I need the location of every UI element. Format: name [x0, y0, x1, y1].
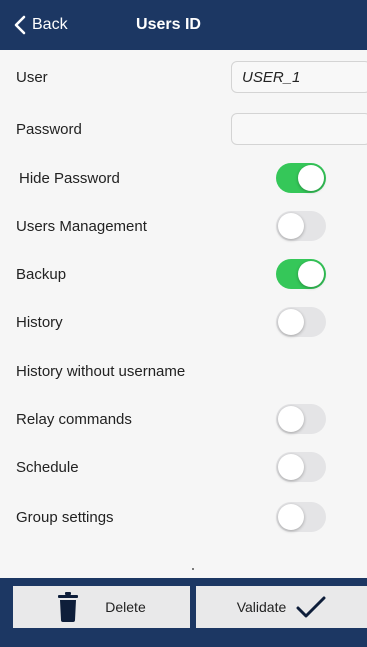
chevron-left-icon — [14, 15, 26, 35]
user-label: User — [16, 68, 48, 86]
users-management-label: Users Management — [16, 217, 147, 235]
group-settings-toggle[interactable] — [276, 502, 326, 532]
toggle-knob — [278, 406, 304, 432]
password-row: Password — [0, 109, 367, 149]
back-button[interactable]: Back — [14, 14, 68, 36]
schedule-label: Schedule — [16, 458, 79, 476]
bottom-toolbar: Delete Validate — [0, 578, 367, 647]
toggle-row-group-settings: Group settings — [0, 497, 367, 537]
toggle-row-backup: Backup — [0, 254, 367, 294]
delete-button[interactable]: Delete — [13, 586, 190, 628]
relay-commands-label: Relay commands — [16, 410, 132, 428]
toggle-row-hide-password: Hide Password — [0, 158, 367, 198]
history-toggle[interactable] — [276, 307, 326, 337]
hide-password-label: Hide Password — [19, 169, 120, 187]
toggle-row-history: History — [0, 302, 367, 342]
history-without-username-label: History without username — [16, 362, 186, 380]
password-input[interactable] — [231, 113, 367, 145]
user-input[interactable] — [231, 61, 367, 93]
toggle-row-schedule: Schedule — [0, 447, 367, 487]
scroll-indicator-dot — [192, 568, 194, 570]
schedule-toggle[interactable] — [276, 452, 326, 482]
validate-button[interactable]: Validate — [196, 586, 367, 628]
toggle-knob — [278, 454, 304, 480]
toggle-row-history-without-username: History without username — [0, 351, 367, 391]
back-label: Back — [32, 16, 68, 33]
trash-icon — [57, 592, 79, 622]
user-row: User — [0, 57, 367, 97]
nav-bar: Back Users ID — [0, 0, 367, 50]
delete-label: Delete — [105, 599, 146, 615]
toggle-row-relay-commands: Relay commands — [0, 399, 367, 439]
toggle-knob — [278, 309, 304, 335]
toggle-knob — [298, 165, 324, 191]
relay-commands-toggle[interactable] — [276, 404, 326, 434]
checkmark-icon — [296, 596, 326, 618]
backup-label: Backup — [16, 265, 67, 283]
toggle-knob — [278, 213, 304, 239]
toggle-knob — [278, 504, 304, 530]
toggle-knob — [298, 261, 324, 287]
password-label: Password — [16, 120, 82, 138]
backup-toggle[interactable] — [276, 259, 326, 289]
validate-label: Validate — [236, 599, 287, 615]
group-settings-label: Group settings — [16, 508, 114, 526]
toggle-row-users-management: Users Management — [0, 206, 367, 246]
hide-password-toggle[interactable] — [276, 163, 326, 193]
users-management-toggle[interactable] — [276, 211, 326, 241]
history-label: History — [16, 313, 63, 331]
